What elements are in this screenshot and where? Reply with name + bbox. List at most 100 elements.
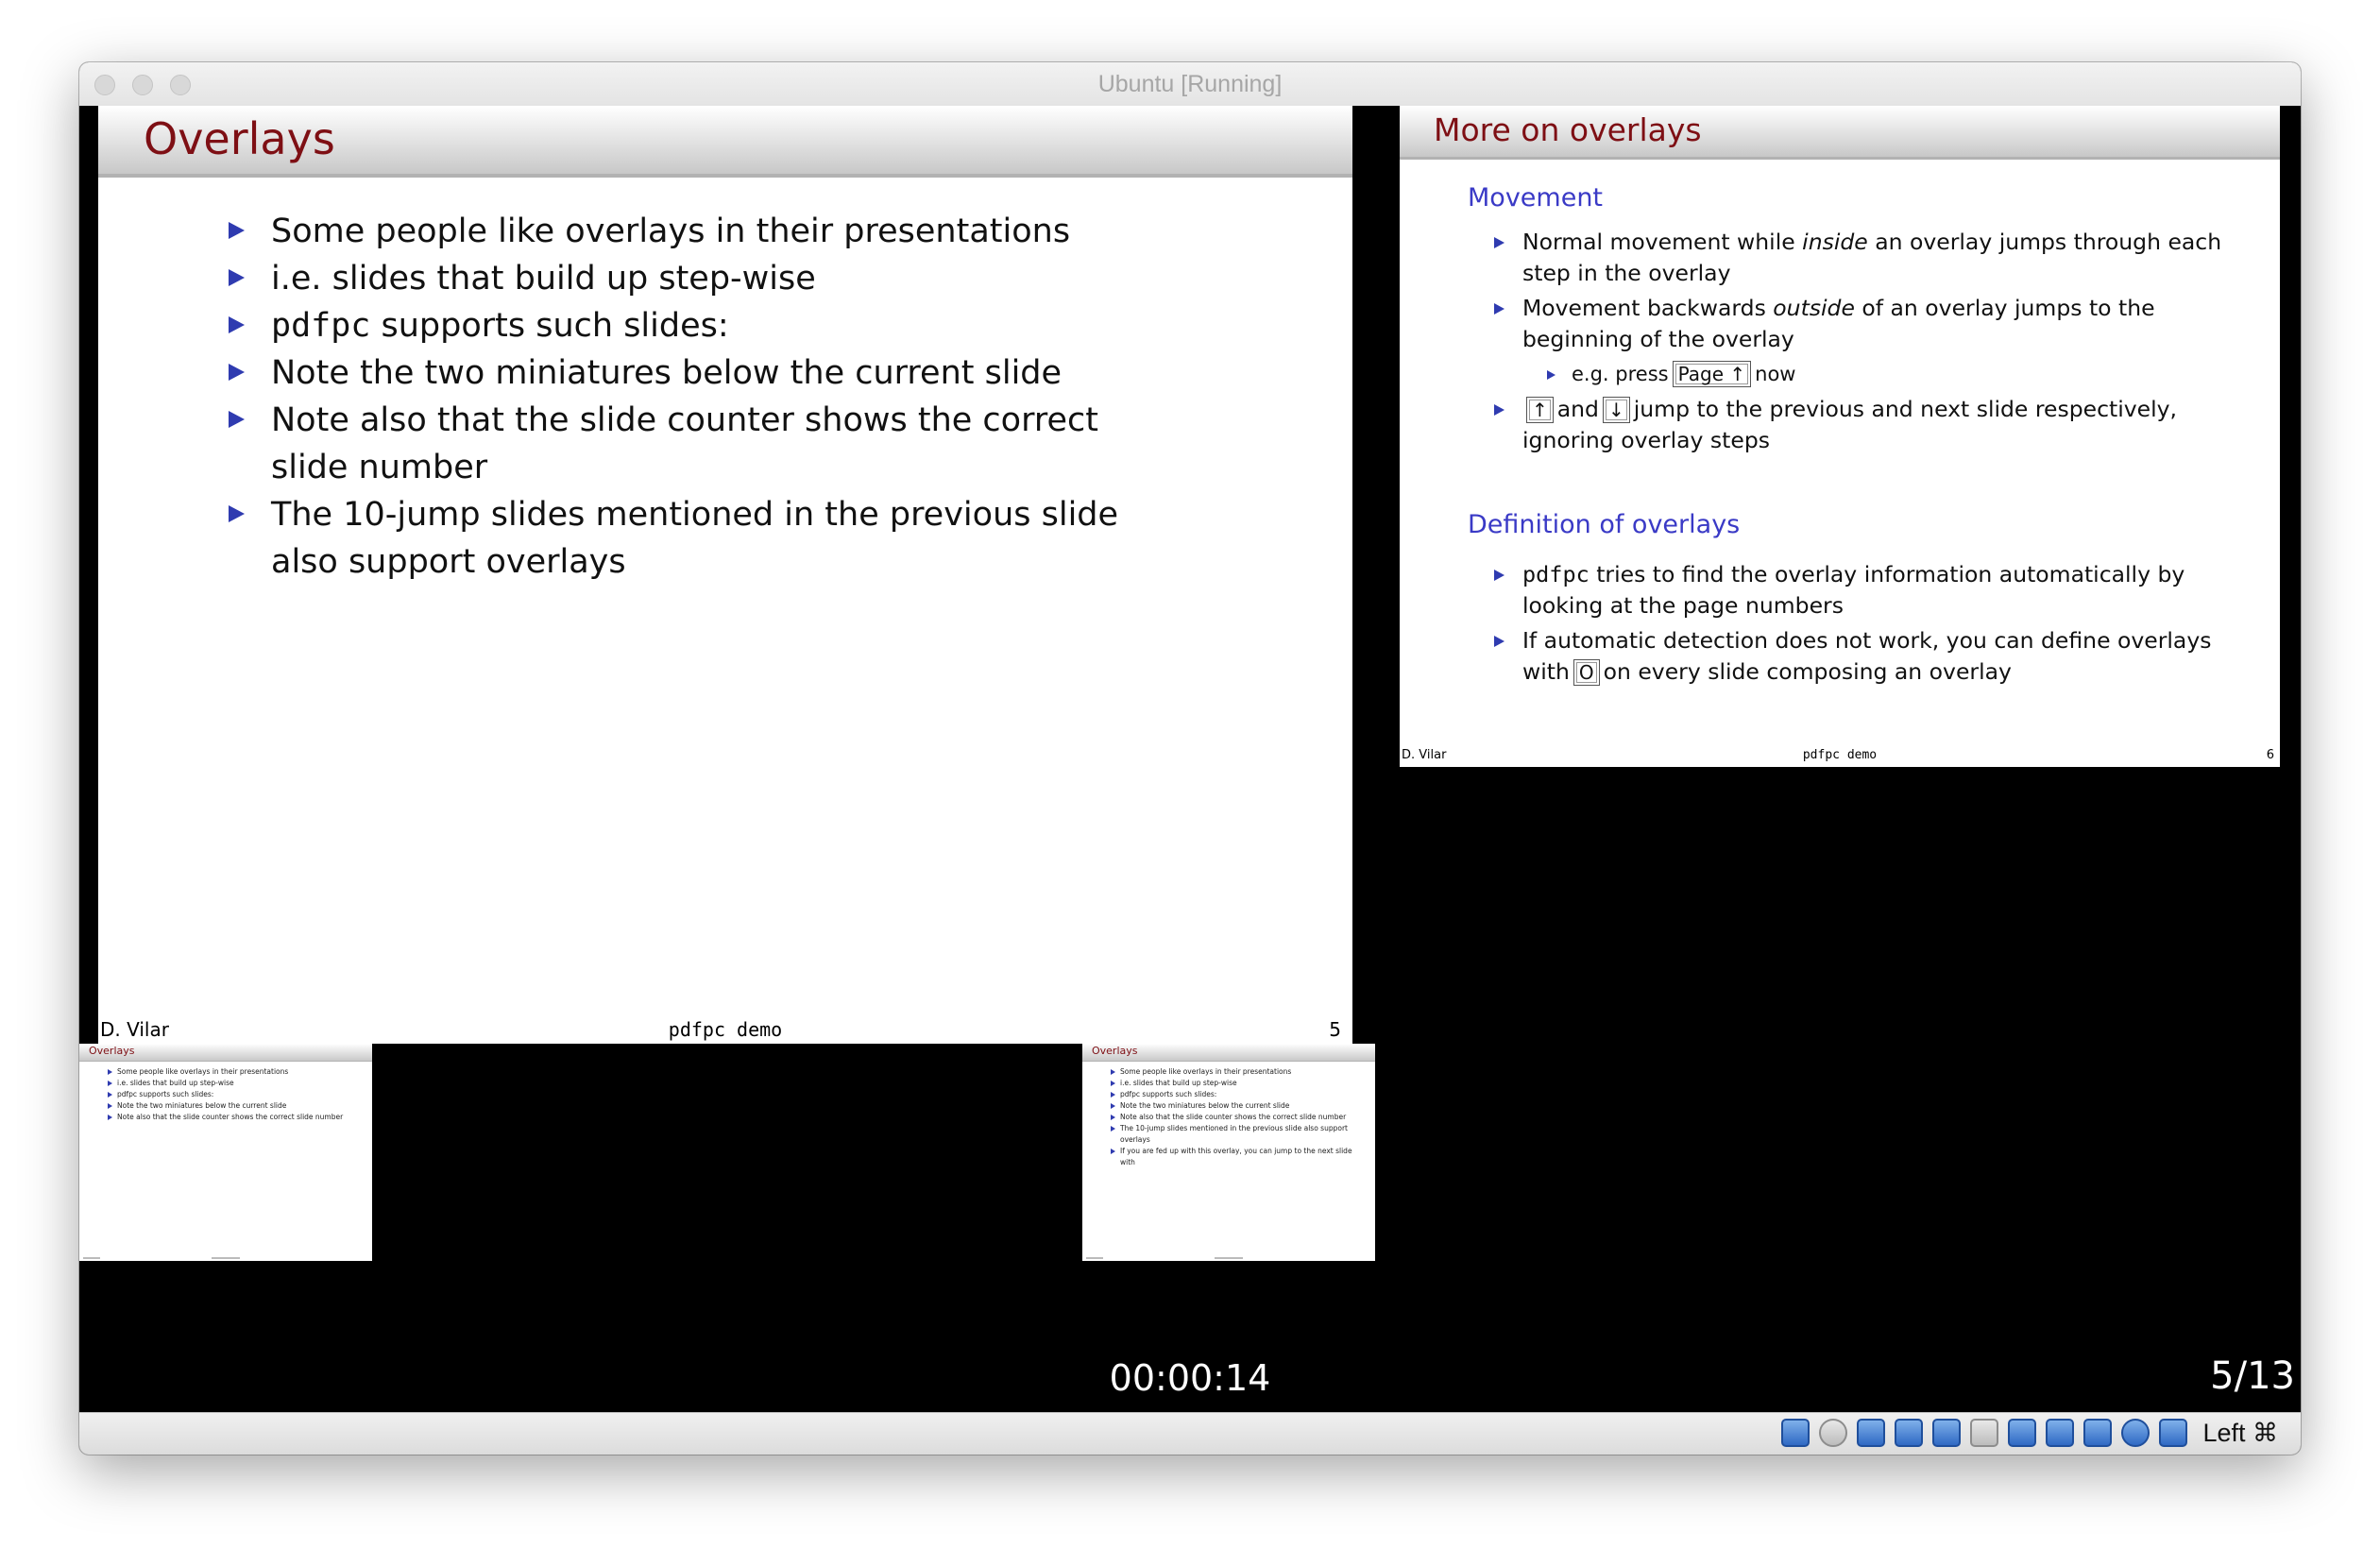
bullet-triangle-icon — [1494, 570, 1504, 581]
miniature-title: Overlays — [89, 1045, 135, 1057]
bullet-triangle-icon — [1494, 237, 1504, 248]
hard-disk-icon[interactable] — [1781, 1419, 1810, 1447]
bullet-item: Some people like overlays in their prese… — [229, 208, 1182, 255]
host-key-label: Left ⌘ — [2202, 1419, 2278, 1447]
next-overlay-miniature[interactable]: Overlays Some people like overlays in th… — [1082, 1044, 1375, 1261]
optical-drive-icon[interactable] — [1819, 1419, 1847, 1447]
bullet-triangle-icon — [1494, 303, 1504, 315]
usb-icon[interactable] — [1932, 1419, 1961, 1447]
list-item: Some people like overlays in their prese… — [108, 1066, 353, 1078]
title-bar[interactable]: Ubuntu [Running] — [79, 62, 2301, 107]
footer-title: pdfpc demo — [668, 1018, 783, 1041]
bullet-triangle-icon — [229, 364, 245, 381]
next-slide-footer: D. Vilar pdfpc demo 6 — [1400, 748, 2280, 767]
o-key: O — [1572, 659, 1600, 686]
item-text: Normal movement while — [1522, 229, 1803, 255]
next-slide-title-bar: More on overlays — [1400, 106, 2280, 160]
bullet-text: Note also that the slide counter shows t… — [271, 401, 1098, 486]
miniature-list: Some people like overlays in their prese… — [108, 1066, 353, 1123]
vm-status-bar: Left ⌘ — [79, 1412, 2301, 1455]
current-slide[interactable]: Overlays Some people like overlays in th… — [98, 106, 1352, 1044]
miniature-title-bar: Overlays — [1082, 1044, 1375, 1062]
item-emphasis: outside — [1773, 295, 1855, 321]
cpu-icon[interactable] — [2083, 1419, 2112, 1447]
miniature-title-bar: Overlays — [79, 1044, 372, 1062]
current-slide-title-bar: Overlays — [98, 106, 1352, 178]
list-item: If automatic detection does not work, yo… — [1494, 625, 2231, 688]
status-icons — [1781, 1419, 2187, 1447]
arrow-down-key: ↓ — [1602, 397, 1630, 423]
arrow-up-key: ↑ — [1526, 397, 1554, 423]
item-text: tries to find the overlay information au… — [1522, 561, 2185, 619]
list-item: ↑ and ↓ jump to the previous and next slide… — [1494, 394, 2231, 456]
bullet-item: pdfpc supports such slides: — [229, 302, 1182, 349]
bullet-triangle-icon — [229, 505, 245, 522]
list-item: Note the two miniatures below the curren… — [108, 1100, 353, 1112]
item-text: now — [1755, 363, 1796, 385]
next-slide-preview[interactable]: More on overlays Movement Normal movemen… — [1400, 106, 2280, 767]
code-text: pdfpc — [271, 307, 371, 345]
bullet-triangle-icon — [1494, 404, 1504, 416]
list-item: i.e. slides that build up step-wise — [108, 1078, 353, 1089]
list-item: Note the two miniatures below the curren… — [1111, 1100, 1356, 1112]
previous-overlay-miniature[interactable]: Overlays Some people like overlays in th… — [79, 1044, 372, 1261]
movement-heading: Movement — [1468, 183, 1604, 213]
miniature-footer — [79, 1257, 372, 1260]
list-item: The 10-jump slides mentioned in the prev… — [1111, 1123, 1356, 1146]
bullet-text: Some people like overlays in their prese… — [271, 213, 1071, 250]
list-item: Note also that the slide counter shows t… — [1111, 1112, 1356, 1123]
display-icon[interactable] — [2008, 1419, 2036, 1447]
bullet-text: Note the two miniatures below the curren… — [271, 354, 1062, 392]
definition-heading: Definition of overlays — [1468, 510, 1741, 539]
footer-page: 5 — [1329, 1018, 1341, 1041]
bullet-item: Note also that the slide counter shows t… — [229, 397, 1182, 491]
bullet-triangle-icon — [1547, 370, 1556, 380]
sub-list-item: e.g. press Page ↑ now — [1494, 359, 2231, 390]
miniature-footer — [1082, 1257, 1375, 1260]
code-text: pdfpc — [1522, 561, 1590, 587]
next-slide-title: More on overlays — [1434, 111, 1702, 148]
list-item: Movement backwards outside of an overlay… — [1494, 293, 2231, 355]
audio-icon[interactable] — [1857, 1419, 1885, 1447]
window-title: Ubuntu [Running] — [1097, 71, 1283, 97]
slide-counter: 5/13 — [2210, 1354, 2295, 1398]
bullet-text: The 10-jump slides mentioned in the prev… — [271, 496, 1119, 581]
list-item: If you are fed up with this overlay, you… — [1111, 1146, 1356, 1168]
footer-title: pdfpc demo — [1802, 748, 1878, 762]
bullet-triangle-icon — [229, 411, 245, 428]
current-slide-bullets: Some people like overlays in their prese… — [229, 208, 1182, 586]
bullet-triangle-icon — [229, 222, 245, 239]
network-icon[interactable] — [1895, 1419, 1923, 1447]
list-item: pdfpc tries to find the overlay informat… — [1494, 559, 2231, 621]
bullet-triangle-icon — [229, 316, 245, 333]
bullet-item: i.e. slides that build up step-wise — [229, 255, 1182, 302]
item-text: Movement backwards — [1522, 295, 1774, 321]
keyboard-capture-icon[interactable] — [2159, 1419, 2187, 1447]
bullet-triangle-icon — [229, 269, 245, 286]
definition-list: pdfpc tries to find the overlay informat… — [1494, 559, 2231, 691]
presentation-timer: 00:00:14 — [1109, 1357, 1271, 1399]
shared-folder-icon[interactable] — [1970, 1419, 1998, 1447]
bullet-text: i.e. slides that build up step-wise — [271, 260, 816, 298]
list-item: Note also that the slide counter shows t… — [108, 1112, 353, 1123]
bullet-item: The 10-jump slides mentioned in the prev… — [229, 491, 1182, 586]
virtualbox-window: Ubuntu [Running] Overlays Some people li… — [79, 62, 2301, 1455]
item-text: and — [1556, 396, 1599, 422]
list-item: pdfpc supports such slides: — [108, 1089, 353, 1100]
video-capture-icon[interactable] — [2046, 1419, 2074, 1447]
bullet-item: Note the two miniatures below the curren… — [229, 349, 1182, 397]
item-text: on every slide composing an overlay — [1603, 658, 2012, 685]
movement-list: Normal movement while inside an overlay … — [1494, 227, 2231, 460]
bullet-triangle-icon — [1494, 636, 1504, 647]
current-slide-footer: D. Vilar pdfpc demo 5 — [98, 1018, 1352, 1045]
page-up-key: Page ↑ — [1672, 361, 1752, 387]
mouse-integration-icon[interactable] — [2121, 1419, 2150, 1447]
miniature-list: Some people like overlays in their prese… — [1111, 1066, 1356, 1168]
item-emphasis: inside — [1802, 229, 1868, 255]
bullet-text: supports such slides: — [370, 307, 729, 345]
current-slide-title: Overlays — [144, 113, 335, 164]
list-item: i.e. slides that build up step-wise — [1111, 1078, 1356, 1089]
list-item: pdfpc supports such slides: — [1111, 1089, 1356, 1100]
vm-screen[interactable]: Overlays Some people like overlays in th… — [79, 106, 2301, 1413]
list-item: Normal movement while inside an overlay … — [1494, 227, 2231, 289]
